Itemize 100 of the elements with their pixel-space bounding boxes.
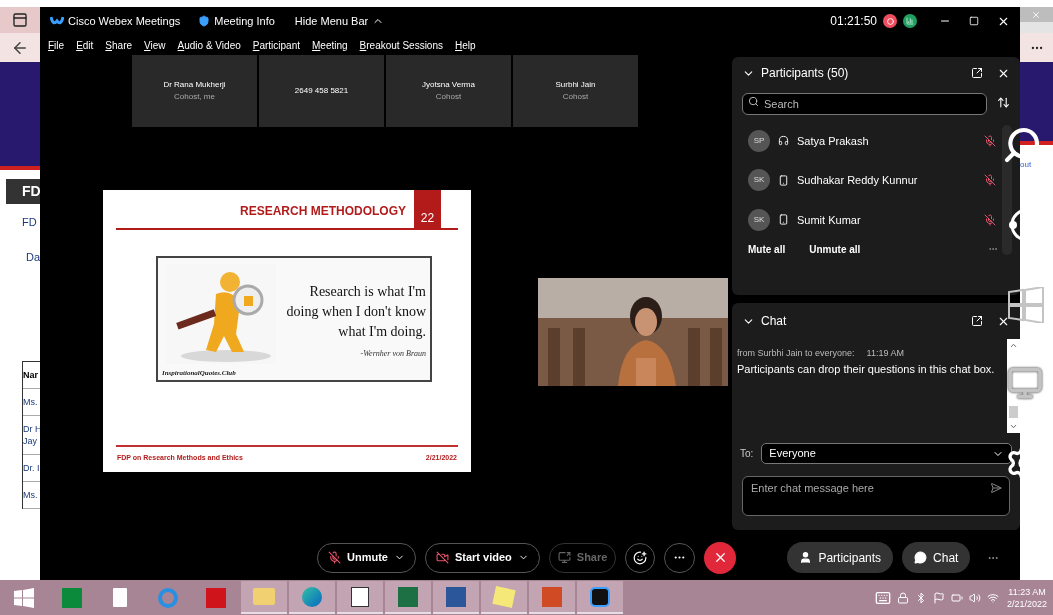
panel-title: Participants (50) (761, 65, 850, 82)
menu-item[interactable]: Breakout Sessions (359, 37, 443, 53)
lock-icon[interactable] (896, 591, 909, 604)
volume-icon[interactable] (968, 591, 981, 604)
recipient-dropdown[interactable]: Everyone (761, 443, 1012, 464)
participant-role: Cohost (435, 91, 462, 103)
page-link[interactable]: out (1020, 159, 1053, 171)
avatar: SP (748, 129, 770, 152)
page-heading: FD (22, 182, 40, 201)
network-stats-icon[interactable] (903, 14, 917, 28)
participant-name: Surbhi Jain (555, 79, 596, 91)
participant-name: Jyotsna Verma (422, 79, 475, 91)
maximize-icon[interactable] (969, 16, 979, 26)
meeting-app-icon (590, 586, 610, 607)
keyboard-icon[interactable] (874, 589, 891, 606)
participant-row[interactable]: SK Sumit Kumar (748, 200, 996, 240)
participant-row[interactable]: SK Sudhakar Reddy Kunnur (748, 160, 996, 200)
document-icon (446, 586, 466, 607)
windows-logo-icon (14, 587, 34, 608)
menu-item[interactable]: Help (455, 37, 476, 53)
spreadsheet-icon (398, 586, 418, 607)
avatar: SK (748, 169, 770, 192)
headset-icon (778, 135, 789, 147)
leave-meeting-button[interactable] (704, 541, 737, 574)
menu-item[interactable]: Edit (76, 37, 94, 53)
message-sender: from Surbhi Jain to everyone: (737, 347, 855, 360)
folder-icon (253, 588, 275, 605)
chat-input-field[interactable]: Enter chat message here (742, 476, 1010, 516)
participant-name: Sumit Kumar (797, 212, 862, 228)
windows-logo-icon[interactable] (1008, 287, 1044, 323)
battery-icon[interactable] (950, 591, 963, 604)
panel-title: Chat (761, 313, 788, 330)
quote-author: -Wernher von Braun (360, 348, 426, 360)
scroll-up-icon[interactable] (1009, 341, 1018, 350)
store-icon (62, 587, 82, 608)
participant-tile[interactable]: Surbhi Jain Cohost (513, 55, 638, 127)
participant-tile[interactable]: Jyotsna Verma Cohost (386, 55, 511, 127)
participant-name: 2649 458 5821 (294, 85, 349, 97)
browser-e-icon (158, 587, 178, 608)
send-icon[interactable] (990, 482, 1002, 494)
flag-icon[interactable] (932, 591, 945, 604)
taskbar-app-button[interactable] (577, 581, 623, 614)
share-screen-icon (557, 551, 571, 564)
tab-icon[interactable] (12, 12, 28, 28)
menu-item[interactable]: Share (105, 37, 133, 53)
browser-wave-icon (302, 586, 322, 607)
scrollbar[interactable] (1002, 125, 1012, 255)
pop-out-icon[interactable] (971, 67, 983, 79)
file-icon (113, 588, 127, 607)
mute-action-button[interactable]: Mute all (748, 241, 786, 257)
quote-text: Research is what I'm doing when I don't know what I'm doing. (285, 283, 426, 341)
to-label: To: (740, 447, 754, 461)
page-text: FD (22, 215, 38, 230)
tab-strip (1020, 22, 1053, 33)
mute-action-button[interactable]: Unmute all (809, 241, 861, 257)
page-text: Da (26, 249, 40, 265)
person-icon (799, 551, 813, 564)
recording-icon (883, 14, 897, 28)
participants-button[interactable]: Participants (787, 542, 894, 573)
magnifier-icon[interactable] (1002, 125, 1042, 165)
smiley-plus-icon (633, 550, 648, 565)
slide-number: 22 (414, 190, 441, 228)
message-text: Participants can drop their questions in this chat box. (737, 361, 996, 377)
taskbar-app-button[interactable] (337, 581, 383, 614)
participant-role: Cohost (562, 91, 589, 103)
message-time: 11:19 AM (866, 347, 904, 360)
participant-tile[interactable]: 2649 458 5821 (259, 55, 384, 127)
menu-item[interactable]: Meeting (312, 37, 348, 53)
menu-item[interactable]: Participant (252, 37, 300, 53)
menu-item[interactable]: File (48, 37, 65, 53)
menu-item[interactable]: View (144, 37, 166, 53)
network-icon[interactable] (986, 591, 999, 604)
presentation-icon (542, 586, 562, 607)
menu-item[interactable]: Audio & Video (177, 37, 241, 53)
phone-icon (778, 174, 789, 186)
participant-tile[interactable]: Dr Rana Mukherji Cohost, me (132, 55, 257, 127)
participant-name: Sudhakar Reddy Kunnur (797, 173, 919, 188)
pop-out-icon[interactable] (971, 315, 983, 327)
sticky-notes-icon (492, 585, 516, 608)
slide-title: RESEARCH METHODOLOGY (240, 203, 406, 220)
scroll-down-icon[interactable] (1009, 422, 1018, 431)
meeting-timer: 01:21:50 (830, 13, 877, 30)
hide-menu-bar-button[interactable]: Hide Menu Bar (294, 12, 385, 30)
sort-icon[interactable] (997, 95, 1010, 109)
mic-off-icon (328, 551, 341, 564)
participant-name: Satya Prakash (797, 133, 870, 149)
chat-button[interactable]: Chat (902, 542, 971, 573)
shield-icon (198, 15, 211, 27)
phone-icon (778, 214, 789, 226)
participant-name: Dr Rana Mukherji (163, 79, 226, 91)
meeting-info-button[interactable]: Meeting Info (198, 12, 275, 30)
video-off-icon (435, 551, 449, 564)
pdf-icon (206, 587, 226, 608)
search-field[interactable]: Search (742, 93, 987, 115)
pen-icon (351, 586, 369, 607)
speech-bubble-icon (914, 551, 928, 564)
app-logo-icon (50, 15, 64, 27)
scroll-thumb[interactable] (1009, 406, 1018, 418)
avatar: SK (748, 208, 770, 231)
participant-row[interactable]: SP Satya Prakash (748, 121, 996, 161)
